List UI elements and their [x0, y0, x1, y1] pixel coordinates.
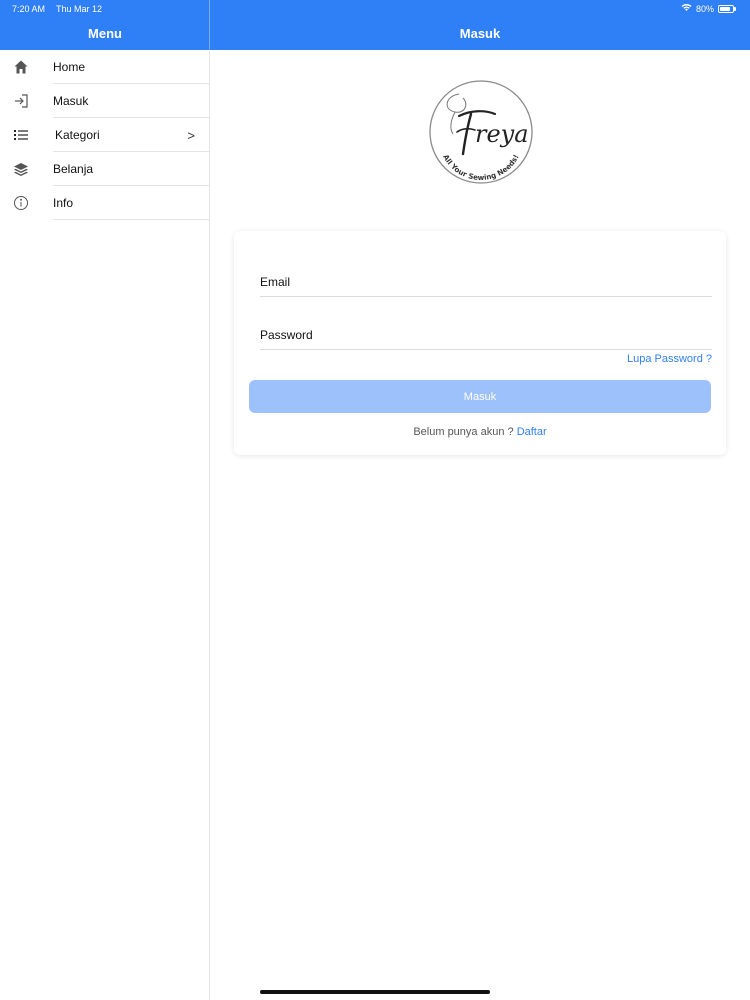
sidebar-item-label: Belanja	[53, 162, 94, 176]
login-button[interactable]: Masuk	[249, 380, 711, 413]
header-divider	[209, 0, 210, 50]
home-icon	[12, 58, 30, 76]
sidebar-item-masuk[interactable]: Masuk	[0, 84, 209, 118]
list-icon	[12, 126, 30, 144]
sidebar-item-home[interactable]: Home	[0, 50, 209, 84]
sidebar-item-info[interactable]: Info	[0, 186, 209, 220]
login-icon	[12, 92, 30, 110]
register-prompt: Belum punya akun ? Daftar	[234, 426, 726, 438]
register-prompt-text: Belum punya akun ?	[413, 426, 514, 438]
battery-fill	[720, 6, 730, 11]
password-field-wrapper	[260, 320, 712, 350]
info-icon	[12, 194, 30, 212]
sidebar: Home Masuk Kategori > Belanja Info	[0, 50, 210, 1000]
sidebar-item-label: Home	[53, 60, 86, 74]
app-window: 7:20 AM Thu Mar 12 80% Menu Masuk Home M…	[0, 0, 750, 1000]
register-link[interactable]: Daftar	[517, 426, 547, 438]
status-indicators: 80%	[681, 3, 736, 14]
sidebar-item-label: Kategori	[55, 128, 100, 142]
sidebar-item-kategori[interactable]: Kategori >	[0, 118, 209, 152]
top-bar: 7:20 AM Thu Mar 12 80% Menu Masuk	[0, 0, 750, 50]
svg-text:reya: reya	[475, 120, 529, 148]
status-date: Thu Mar 12	[56, 4, 103, 14]
battery-percent: 80%	[695, 3, 714, 14]
sidebar-item-belanja[interactable]: Belanja	[0, 152, 209, 186]
email-input[interactable]	[260, 274, 712, 289]
login-card: Lupa Password ? Masuk Belum punya akun ?…	[234, 231, 726, 455]
sidebar-item-label: Info	[53, 196, 74, 210]
home-indicator	[260, 990, 490, 994]
wifi-icon	[681, 3, 692, 14]
password-input[interactable]	[260, 327, 712, 342]
layers-icon	[12, 160, 30, 178]
forgot-password-link[interactable]: Lupa Password ?	[627, 353, 712, 365]
chevron-right-icon: >	[187, 127, 195, 143]
sidebar-item-label: Masuk	[53, 94, 89, 108]
freya-logo: reya All Your Sewing Needs!	[425, 76, 537, 188]
page-title: Masuk	[459, 26, 501, 41]
status-time: 7:20 AM	[12, 4, 46, 14]
email-field-wrapper	[260, 267, 712, 297]
svg-text:All Your Sewing Needs!: All Your Sewing Needs!	[441, 153, 520, 182]
battery-icon	[718, 4, 736, 13]
sidebar-title: Menu	[88, 26, 122, 41]
